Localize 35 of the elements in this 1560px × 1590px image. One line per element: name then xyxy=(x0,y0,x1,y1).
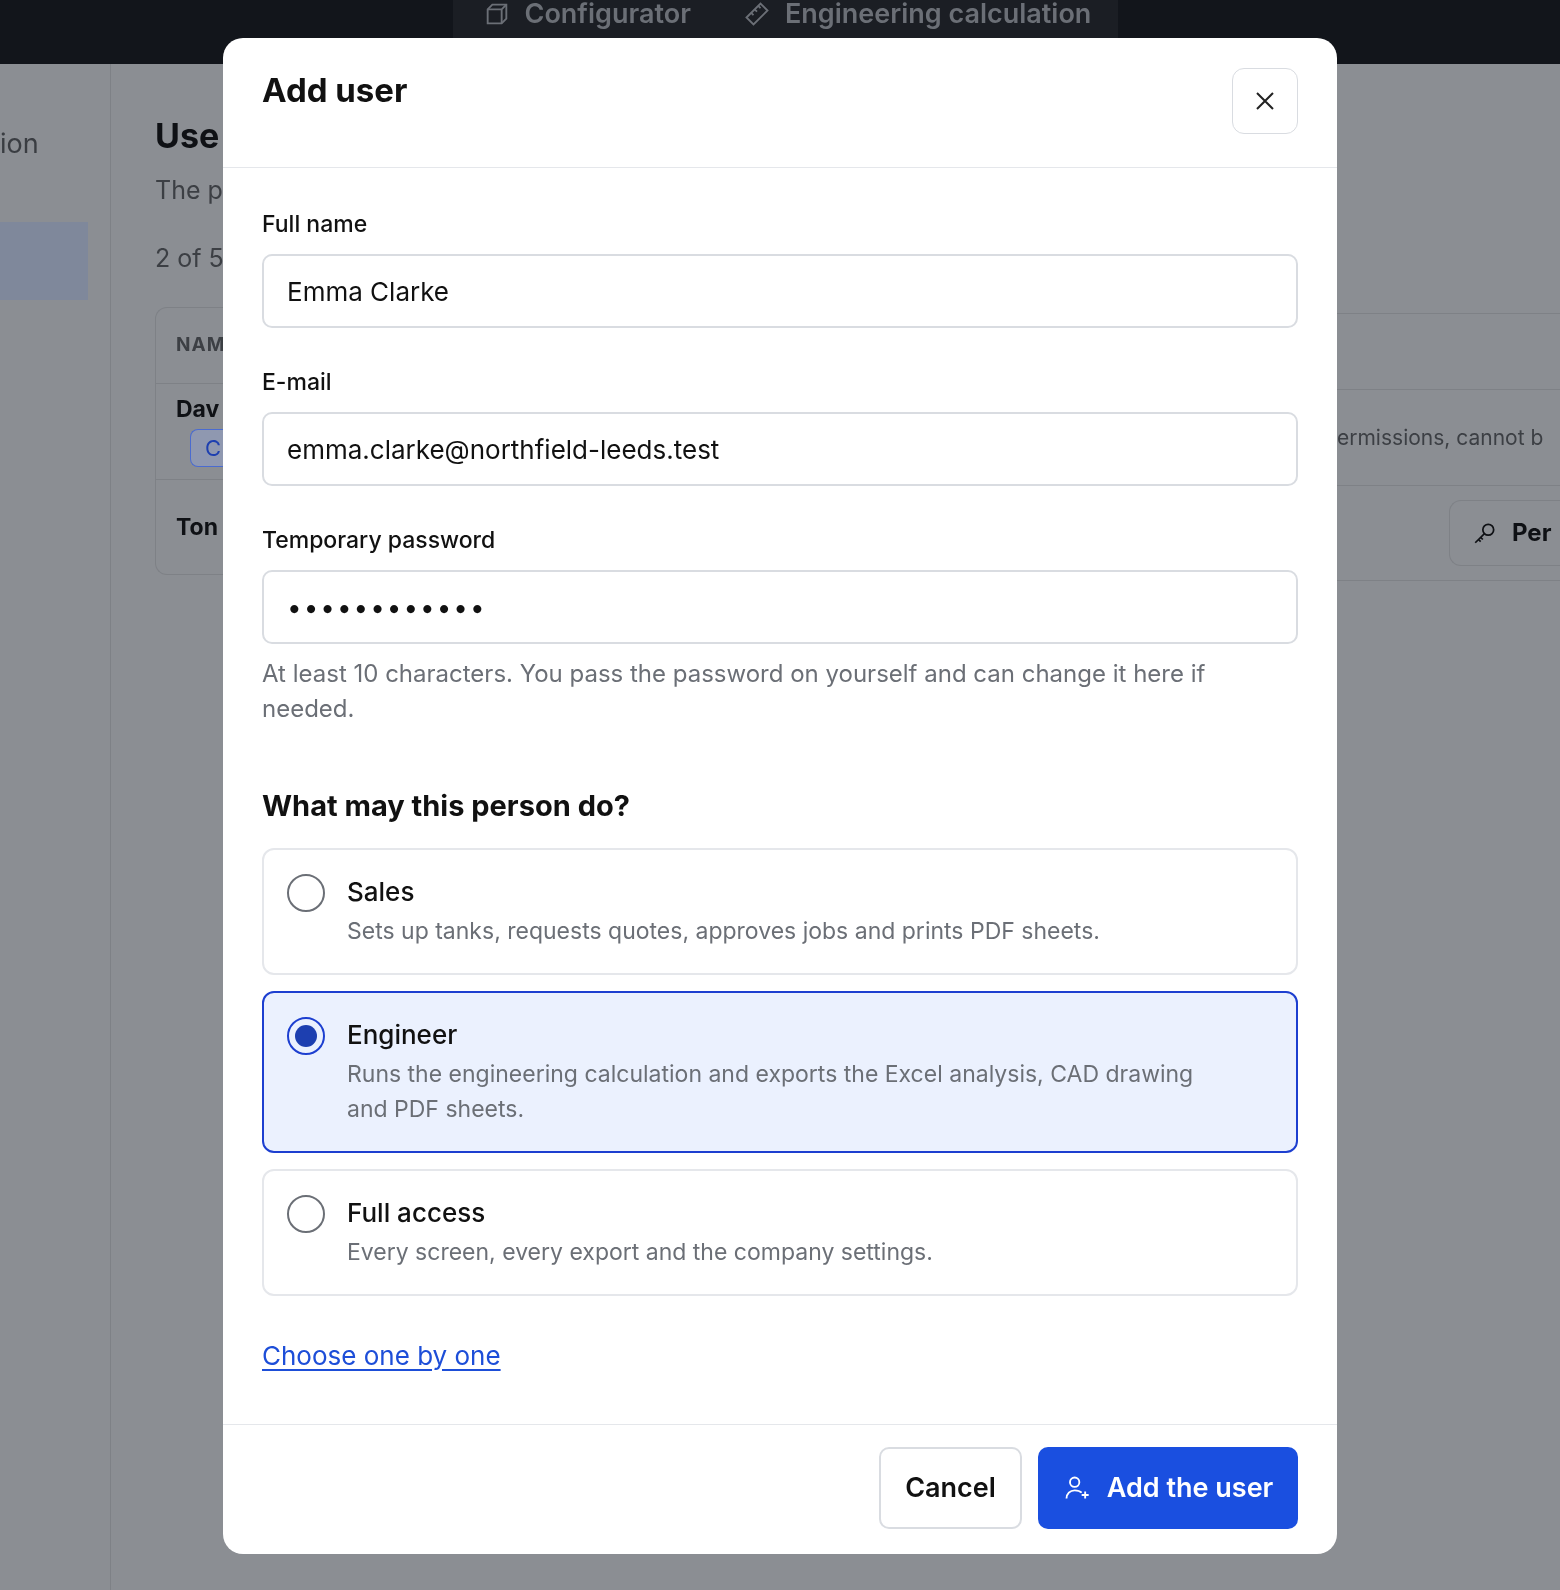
section-heading: What may this person do? xyxy=(262,787,631,825)
user-name: Dav xyxy=(176,394,220,425)
radio-button[interactable] xyxy=(287,1194,325,1233)
dialog-title: Add user xyxy=(262,69,408,112)
permissions-button[interactable]: Per xyxy=(1449,500,1560,566)
role-title: Engineer xyxy=(347,1017,459,1052)
role-description: Runs the engineering calculation and exports the Excel analysis, CAD drawing and PDF sheets. xyxy=(347,1058,1195,1125)
page-heading: Use xyxy=(155,114,220,158)
page-subtitle: The p xyxy=(155,174,223,207)
field-label: Full name xyxy=(262,209,369,240)
user-note: ermissions, cannot b xyxy=(1337,423,1544,452)
role-title: Sales xyxy=(347,874,416,909)
radio-button[interactable] xyxy=(287,873,325,912)
input-field[interactable]: emma.clarke@northfield-leeds.test xyxy=(262,412,1298,486)
field-label: Temporary password xyxy=(262,525,497,556)
ruler-icon xyxy=(742,0,771,28)
role-description: Every screen, every export and the company settings. xyxy=(347,1236,934,1268)
column-header: NAM xyxy=(176,332,226,359)
field-hint: At least 10 characters. You pass the password on yourself and can change it here if needed. xyxy=(262,658,1207,725)
field-label: E-mail xyxy=(262,367,333,398)
user-name: Ton xyxy=(176,511,218,543)
role-option[interactable]: Sales Sets up tanks, requests quotes, approves jobs and prints PDF sheets. xyxy=(262,847,1298,975)
cancel-button[interactable]: Cancel xyxy=(879,1447,1022,1529)
radio-button[interactable] xyxy=(287,1016,325,1055)
choose-one-by-one-link[interactable]: Choose one by one xyxy=(262,1339,501,1371)
role-description: Sets up tanks, requests quotes, approves jobs and prints PDF sheets. xyxy=(347,915,1101,947)
add-the-user-button[interactable]: Add the user xyxy=(1038,1447,1298,1529)
close-icon xyxy=(1255,91,1275,111)
input-field[interactable]: Emma Clarke xyxy=(262,254,1298,328)
role-option[interactable]: Engineer Runs the engineering calculation and exports the Excel analysis, CAD drawing and PDF sheets. xyxy=(262,990,1298,1153)
role-option[interactable]: Full access Every screen, every export and the company settings. xyxy=(262,1168,1298,1296)
close-button[interactable] xyxy=(1232,68,1298,134)
role-title: Full access xyxy=(347,1195,487,1230)
password-field[interactable]: •••••••••••• xyxy=(262,570,1298,644)
user-count: 2 of 5 xyxy=(155,241,223,275)
